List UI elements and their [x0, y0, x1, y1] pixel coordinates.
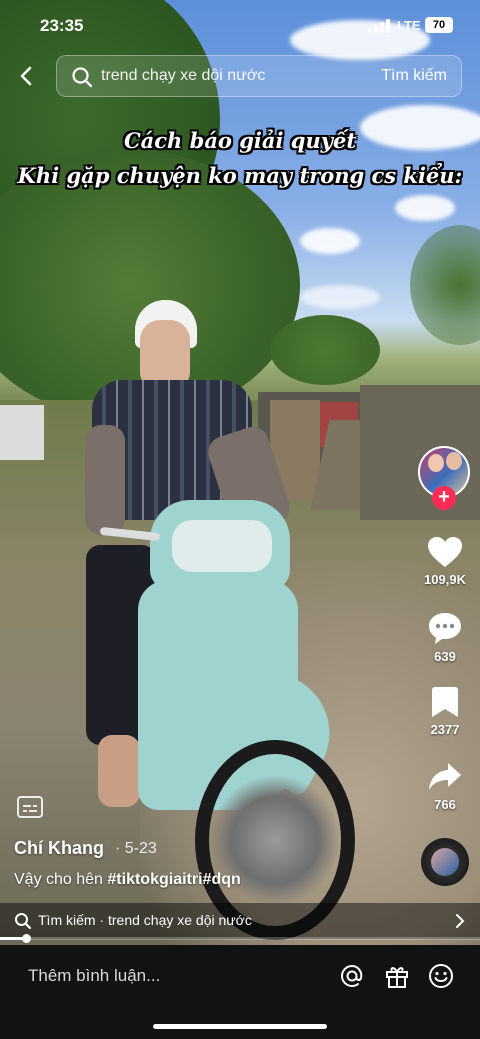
tree-canopy: [270, 315, 380, 385]
hashtag-link[interactable]: #dqn: [203, 871, 241, 888]
home-indicator: [153, 1024, 327, 1029]
battery-icon: 70: [425, 17, 453, 33]
scooter-headlight: [172, 520, 272, 572]
save-count: 2377: [430, 722, 460, 737]
post-date: · 5-23: [115, 840, 157, 857]
bookmark-icon: [432, 687, 458, 717]
comment-input[interactable]: Thêm bình luận...: [28, 966, 160, 986]
search-icon: [72, 67, 93, 88]
cloud: [300, 228, 360, 254]
status-bar: 23:35 LTE 70: [0, 0, 480, 52]
playback-progress[interactable]: [0, 934, 480, 943]
follow-button[interactable]: +: [432, 486, 456, 510]
search-query: trend chạy xe dội nước: [101, 67, 266, 84]
hashtag-link[interactable]: #tiktokgiaitri: [107, 871, 202, 888]
heart-icon: [428, 537, 462, 567]
author-name[interactable]: Chí Khang: [14, 838, 104, 859]
comment-count: 639: [434, 649, 456, 664]
back-icon[interactable]: [12, 62, 40, 90]
related-search-label: Tìm kiếm · trend chạy xe dội nước: [38, 912, 252, 928]
cloud: [300, 285, 380, 309]
like-count: 109,9K: [424, 572, 466, 587]
captions-icon[interactable]: [16, 795, 44, 819]
search-button[interactable]: Tìm kiếm: [381, 67, 447, 85]
overlay-title-line2: Khi gặp chuyện ko may trong cs kiểu:: [17, 163, 463, 188]
chevron-right-icon: [456, 914, 465, 928]
share-button[interactable]: 766: [418, 761, 472, 812]
search-input[interactable]: trend chạy xe dội nước Tìm kiếm: [56, 55, 462, 97]
caption-text: Vậy cho hên: [14, 871, 108, 888]
like-button[interactable]: 109,9K: [418, 536, 472, 587]
gift-icon[interactable]: [383, 962, 411, 990]
at-icon[interactable]: [338, 962, 366, 990]
music-disc[interactable]: [421, 838, 469, 886]
comment-bar: Thêm bình luận...: [0, 945, 480, 1039]
search-icon: [15, 913, 32, 930]
save-button[interactable]: 2377: [418, 686, 472, 737]
emoji-icon[interactable]: [427, 962, 455, 990]
cloud: [395, 195, 455, 221]
signal-icon: [368, 19, 392, 33]
tree-canopy: [410, 225, 480, 345]
share-count: 766: [434, 797, 456, 812]
network-label: LTE: [397, 18, 421, 33]
post-caption: Vậy cho hên #tiktokgiaitri#dqn: [14, 871, 241, 889]
share-icon: [429, 763, 461, 790]
clock: 23:35: [40, 16, 84, 35]
related-search-bar[interactable]: Tìm kiếm · trend chạy xe dội nước: [0, 903, 480, 939]
overlay-title-line1: Cách báo giải quyết: [123, 128, 357, 153]
cooler-box: [0, 405, 44, 460]
comment-icon: [429, 613, 461, 644]
comment-button[interactable]: 639: [418, 611, 472, 664]
rider-foot: [98, 735, 140, 807]
rider-arm-left: [85, 425, 125, 535]
